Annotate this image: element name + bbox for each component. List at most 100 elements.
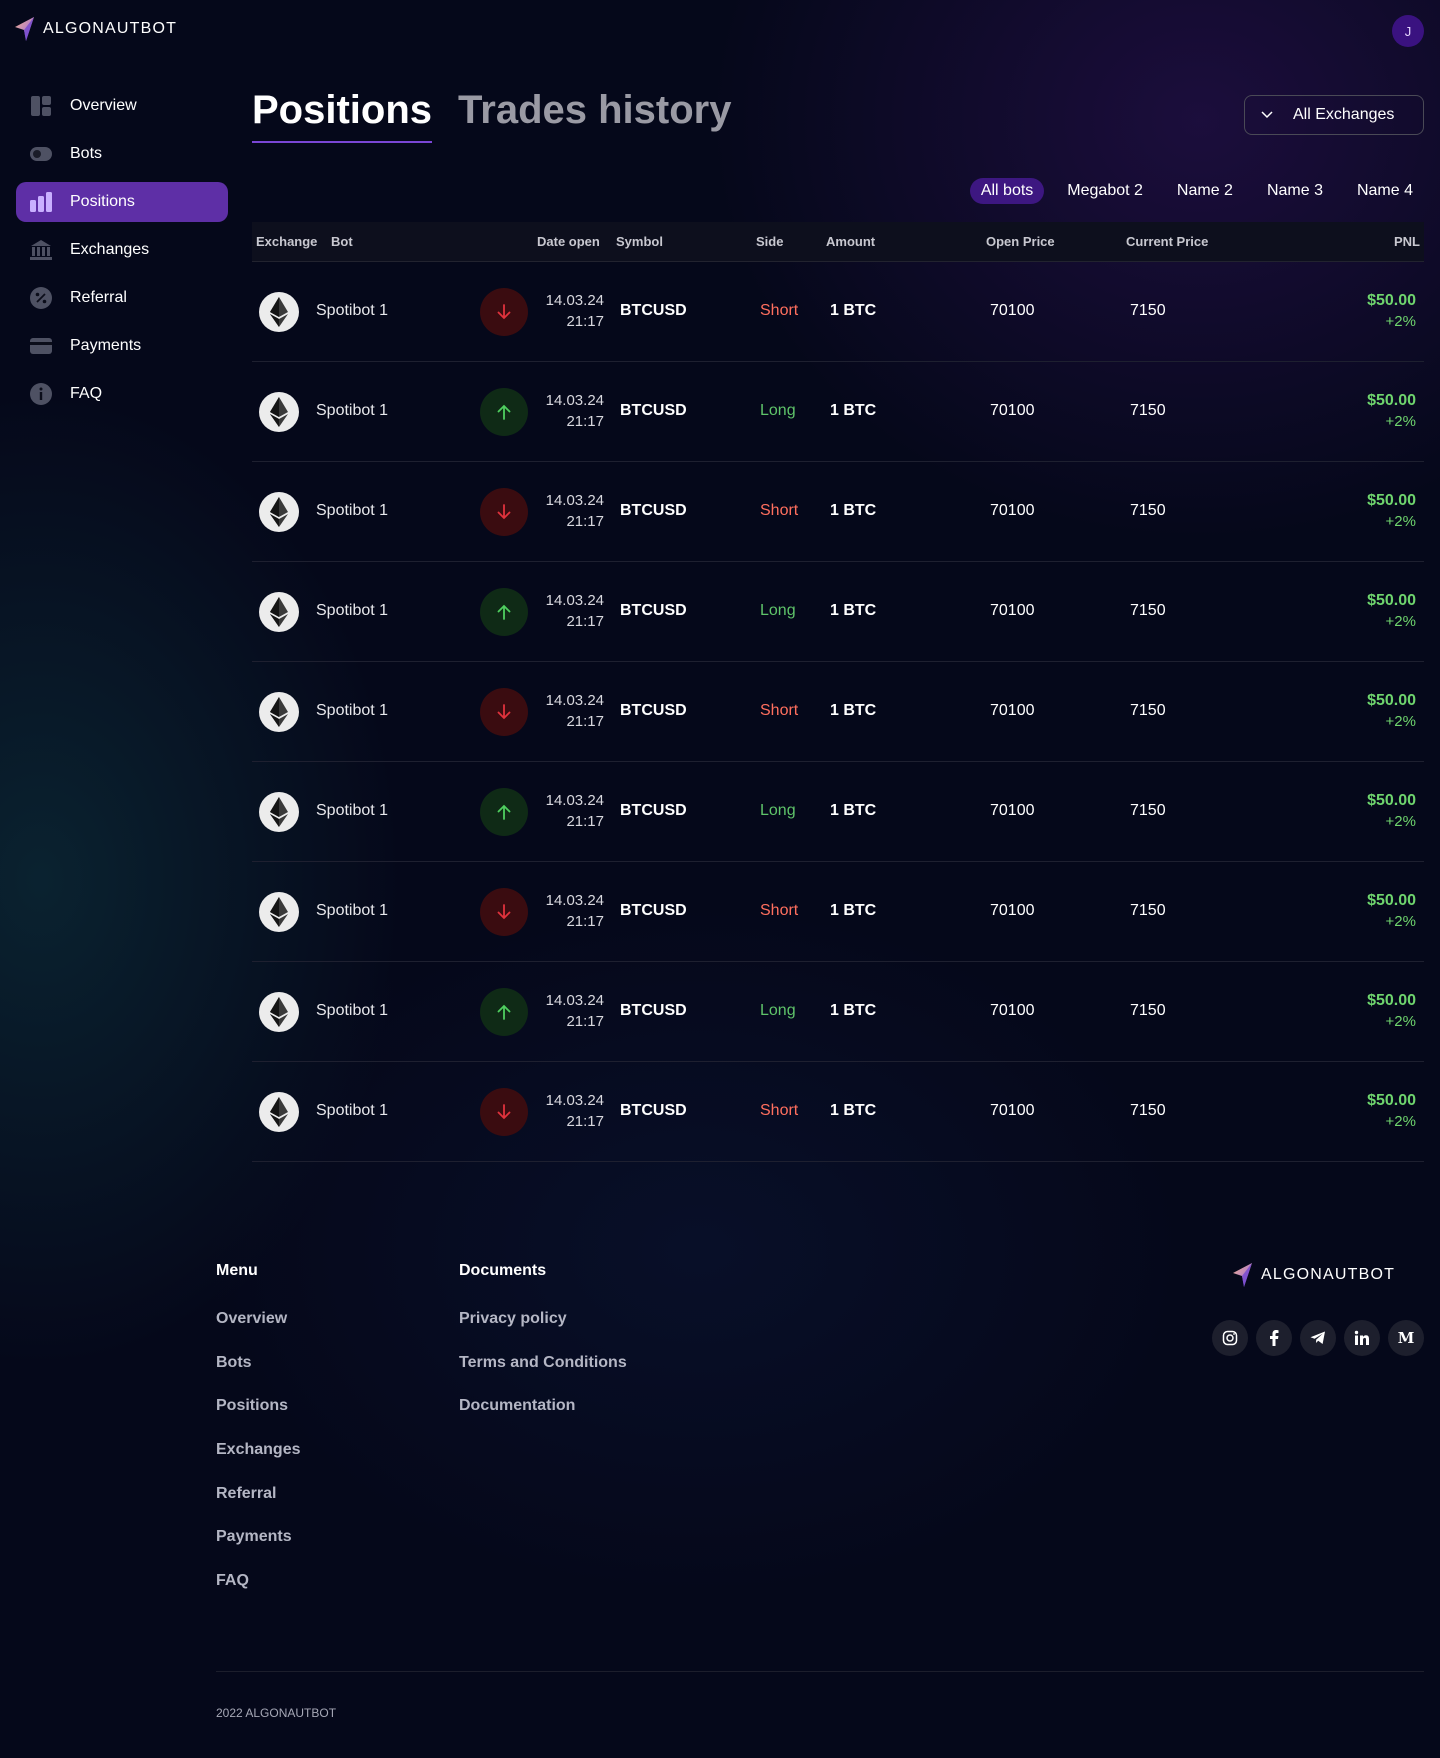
filter-chip-name-3[interactable]: Name 3 bbox=[1256, 178, 1334, 204]
pnl-value: $50.00 bbox=[1367, 492, 1416, 509]
ethereum-icon bbox=[259, 1092, 299, 1132]
brand-logo[interactable]: ALGONAUTBOT bbox=[14, 16, 177, 42]
pnl-value: $50.00 bbox=[1367, 892, 1416, 909]
filter-chip-name-2[interactable]: Name 2 bbox=[1166, 178, 1244, 204]
amount: 1 BTC bbox=[830, 602, 877, 619]
table-row[interactable]: Spotibot 1 14.03.24 21:17 BTCUSD Short 1 BTC 7… bbox=[252, 262, 1424, 362]
header-pnl[interactable]: PNL bbox=[1394, 234, 1420, 249]
sidebar-item-faq[interactable]: FAQ bbox=[16, 374, 228, 414]
chevron-down-icon bbox=[1261, 106, 1273, 124]
pnl: $50.00 +2% bbox=[1367, 890, 1416, 932]
facebook-icon[interactable] bbox=[1256, 1320, 1292, 1356]
bot-name: Spotibot 1 bbox=[316, 1102, 389, 1119]
footer-link-exchanges[interactable]: Exchanges bbox=[216, 1441, 300, 1485]
linkedin-icon[interactable] bbox=[1344, 1320, 1380, 1356]
pnl-percent: +2% bbox=[1385, 1013, 1416, 1030]
date-value: 14.03.24 bbox=[545, 592, 604, 609]
pnl-value: $50.00 bbox=[1367, 792, 1416, 809]
date-value: 14.03.24 bbox=[545, 492, 604, 509]
open-price: 70100 bbox=[990, 702, 1035, 719]
table-row[interactable]: Spotibot 1 14.03.24 21:17 BTCUSD Short 1 BTC 7… bbox=[252, 862, 1424, 962]
header-side[interactable]: Side bbox=[756, 234, 783, 249]
sidebar-item-label: Payments bbox=[70, 337, 142, 354]
arrow-up-icon bbox=[480, 788, 528, 836]
date-open: 14.03.24 21:17 bbox=[522, 990, 604, 1032]
header-date-open[interactable]: Date open bbox=[537, 234, 600, 249]
date-open: 14.03.24 21:17 bbox=[522, 790, 604, 832]
footer-documents: Documents Privacy policy Terms and Condi… bbox=[459, 1262, 627, 1441]
footer-link-payments[interactable]: Payments bbox=[216, 1528, 300, 1572]
filter-chip-all-bots[interactable]: All bots bbox=[969, 178, 1045, 204]
bot-name: Spotibot 1 bbox=[316, 602, 389, 619]
bar-chart-icon bbox=[30, 191, 52, 213]
footer-link-privacy-policy[interactable]: Privacy policy bbox=[459, 1310, 627, 1354]
open-price: 70100 bbox=[990, 902, 1035, 919]
current-price: 7150 bbox=[1130, 1002, 1166, 1019]
pnl: $50.00 +2% bbox=[1367, 290, 1416, 332]
table-row[interactable]: Spotibot 1 14.03.24 21:17 BTCUSD Short 1 BTC 7… bbox=[252, 462, 1424, 562]
sidebar-item-label: FAQ bbox=[70, 385, 103, 402]
tab-positions[interactable]: Positions bbox=[252, 88, 433, 143]
medium-icon[interactable]: M bbox=[1388, 1320, 1424, 1356]
instagram-icon[interactable] bbox=[1212, 1320, 1248, 1356]
table-row[interactable]: Spotibot 1 14.03.24 21:17 BTCUSD Long 1 BTC 70… bbox=[252, 962, 1424, 1062]
sidebar-item-overview[interactable]: Overview bbox=[16, 86, 228, 126]
pnl-percent: +2% bbox=[1385, 613, 1416, 630]
footer-link-faq[interactable]: FAQ bbox=[216, 1572, 300, 1616]
telegram-icon[interactable] bbox=[1300, 1320, 1336, 1356]
arrow-up-icon bbox=[480, 988, 528, 1036]
header-amount[interactable]: Amount bbox=[826, 234, 875, 249]
sidebar-item-exchanges[interactable]: Exchanges bbox=[16, 230, 228, 270]
bot-name: Spotibot 1 bbox=[316, 502, 389, 519]
user-avatar[interactable]: J bbox=[1392, 15, 1424, 47]
header-exchange[interactable]: Exchange bbox=[256, 234, 317, 249]
sidebar-item-payments[interactable]: Payments bbox=[16, 326, 228, 366]
sidebar-item-label: Referral bbox=[70, 289, 127, 306]
pnl-value: $50.00 bbox=[1367, 692, 1416, 709]
open-price: 70100 bbox=[990, 1002, 1035, 1019]
filter-chip-megabot-2[interactable]: Megabot 2 bbox=[1056, 178, 1154, 204]
table-row[interactable]: Spotibot 1 14.03.24 21:17 BTCUSD Long 1 BTC 70… bbox=[252, 762, 1424, 862]
footer-link-positions[interactable]: Positions bbox=[216, 1397, 300, 1441]
side: Short bbox=[760, 1102, 799, 1119]
footer-menu-title: Menu bbox=[216, 1262, 258, 1279]
table-row[interactable]: Spotibot 1 14.03.24 21:17 BTCUSD Long 1 BTC 70… bbox=[252, 562, 1424, 662]
table-row[interactable]: Spotibot 1 14.03.24 21:17 BTCUSD Long 1 BTC 70… bbox=[252, 362, 1424, 462]
footer-documents-title: Documents bbox=[459, 1262, 547, 1279]
date-value: 14.03.24 bbox=[545, 392, 604, 409]
symbol: BTCUSD bbox=[620, 702, 687, 719]
pnl: $50.00 +2% bbox=[1367, 990, 1416, 1032]
sidebar-item-bots[interactable]: Bots bbox=[16, 134, 228, 174]
time-value: 21:17 bbox=[566, 1113, 604, 1130]
amount: 1 BTC bbox=[830, 302, 877, 319]
header-symbol[interactable]: Symbol bbox=[616, 234, 663, 249]
header-current-price[interactable]: Current Price bbox=[1126, 234, 1208, 249]
header-open-price[interactable]: Open Price bbox=[986, 234, 1055, 249]
footer-link-overview[interactable]: Overview bbox=[216, 1310, 300, 1354]
amount: 1 BTC bbox=[830, 802, 877, 819]
bot-name: Spotibot 1 bbox=[316, 902, 389, 919]
amount: 1 BTC bbox=[830, 1002, 877, 1019]
time-value: 21:17 bbox=[566, 1013, 604, 1030]
pnl: $50.00 +2% bbox=[1367, 590, 1416, 632]
table-row[interactable]: Spotibot 1 14.03.24 21:17 BTCUSD Short 1 BTC 7… bbox=[252, 662, 1424, 762]
tab-trades-history[interactable]: Trades history bbox=[458, 88, 731, 143]
date-open: 14.03.24 21:17 bbox=[522, 590, 604, 632]
rocket-logo-icon bbox=[1233, 1263, 1252, 1287]
footer-link-bots[interactable]: Bots bbox=[216, 1354, 300, 1398]
sidebar-item-positions[interactable]: Positions bbox=[16, 182, 228, 222]
footer-brand-logo[interactable]: ALGONAUTBOT bbox=[1232, 1262, 1395, 1288]
table-row[interactable]: Spotibot 1 14.03.24 21:17 BTCUSD Short 1 BTC 7… bbox=[252, 1062, 1424, 1162]
footer-divider bbox=[216, 1671, 1424, 1672]
filter-chip-name-4[interactable]: Name 4 bbox=[1346, 178, 1424, 204]
exchange-select[interactable]: All Exchanges bbox=[1244, 95, 1424, 135]
header-bot[interactable]: Bot bbox=[331, 234, 353, 249]
sidebar-item-referral[interactable]: Referral bbox=[16, 278, 228, 318]
footer-link-referral[interactable]: Referral bbox=[216, 1485, 300, 1529]
footer-link-terms[interactable]: Terms and Conditions bbox=[459, 1354, 627, 1398]
pnl: $50.00 +2% bbox=[1367, 490, 1416, 532]
footer-link-documentation[interactable]: Documentation bbox=[459, 1397, 627, 1441]
pnl-percent: +2% bbox=[1385, 813, 1416, 830]
pnl: $50.00 +2% bbox=[1367, 1090, 1416, 1132]
side: Long bbox=[760, 1002, 796, 1019]
